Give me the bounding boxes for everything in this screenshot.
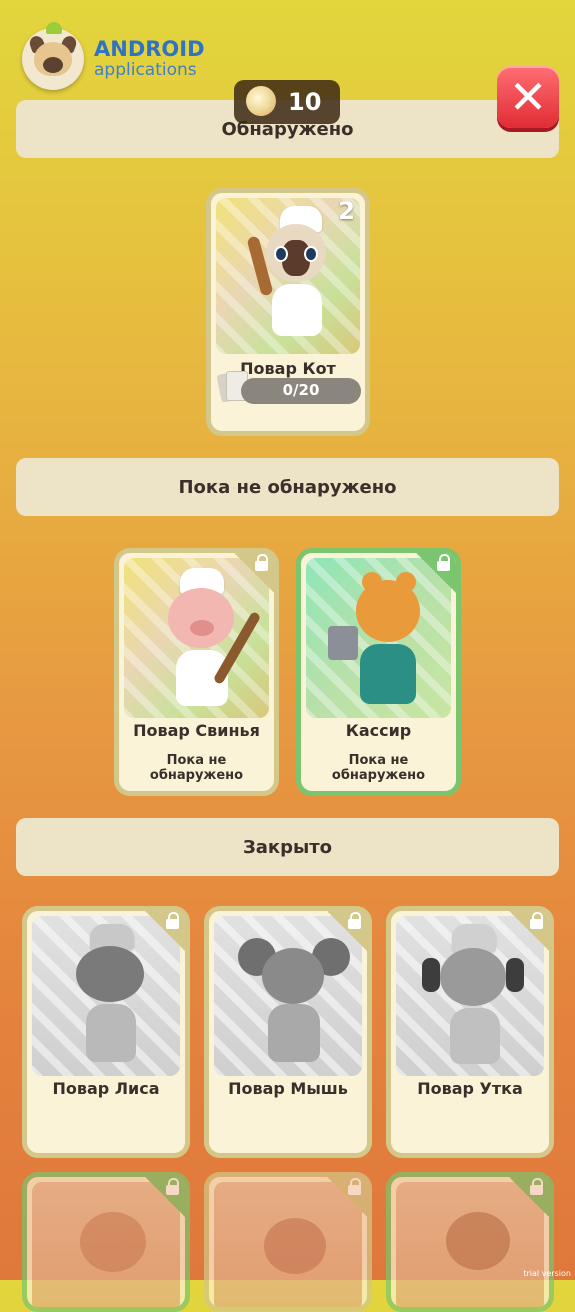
watermark-line1: ANDROID [94, 37, 205, 61]
card-cashier[interactable]: Кассир Пока не обнаружено [296, 548, 461, 796]
lock-icon [530, 1178, 543, 1196]
card-progress-bar: 0/20 [241, 378, 361, 404]
card-name: Повар Свинья [133, 721, 260, 740]
section-locked-header: Закрыто [16, 818, 559, 876]
chef-cat-icon [246, 206, 340, 346]
lock-icon [437, 554, 450, 572]
card-chef-fox[interactable]: Повар Лиса [22, 906, 190, 1158]
card-chef-pig[interactable]: Повар Свинья Пока не обнаружено [114, 548, 279, 796]
lock-icon [166, 1178, 179, 1196]
card-chef-cat[interactable]: 2 Повар Кот 0/20 [206, 188, 370, 436]
popcorn-icon [246, 86, 276, 116]
card-chef-duck[interactable]: Повар Утка [386, 906, 554, 1158]
card-chef-mouse[interactable]: Повар Мышь [204, 906, 372, 1158]
lock-icon [255, 554, 268, 572]
lock-icon [348, 912, 361, 930]
close-button[interactable]: ✕ [497, 66, 559, 128]
card-name: Повар Утка [417, 1079, 523, 1098]
currency-counter: 10 [234, 80, 340, 124]
character-1-icon [80, 1212, 146, 1272]
card-status: Пока не обнаружено [149, 753, 244, 783]
card-status: Пока не обнаружено [331, 753, 426, 783]
section-locked-title: Закрыто [242, 836, 333, 858]
card-name: Кассир [345, 721, 412, 740]
lock-icon [166, 912, 179, 930]
pug-droid-icon [22, 22, 84, 90]
character-2-icon [264, 1218, 326, 1274]
lock-icon [530, 912, 543, 930]
card-locked-row2-2[interactable] [204, 1172, 372, 1312]
watermark-line2: applications [94, 60, 197, 80]
card-name: Повар Мышь [228, 1079, 348, 1098]
section-not-discovered-title: Пока не обнаружено [178, 476, 397, 498]
currency-value: 10 [288, 88, 322, 116]
section-not-discovered-header: Пока не обнаружено [16, 458, 559, 516]
trial-version-label: trial version [523, 1269, 571, 1278]
card-locked-row2-1[interactable] [22, 1172, 190, 1312]
card-progress-text: 0/20 [282, 381, 320, 399]
android-applications-watermark: ANDROID applications [22, 22, 205, 90]
character-3-icon [446, 1212, 510, 1270]
card-locked-row2-3[interactable] [386, 1172, 554, 1312]
card-name: Повар Лиса [52, 1079, 160, 1098]
lock-icon [348, 1178, 361, 1196]
card-count-badge: 2 [338, 197, 355, 225]
close-icon: ✕ [508, 70, 548, 124]
